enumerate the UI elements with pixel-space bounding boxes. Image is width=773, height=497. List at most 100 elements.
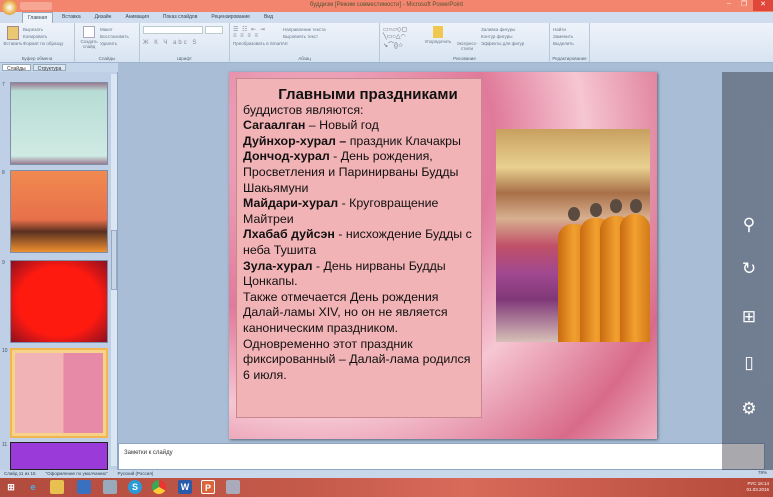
chrome-icon[interactable] — [152, 480, 166, 494]
holiday-name: Дуйнхор-хурал – — [243, 133, 347, 148]
font-group: Ж К Ч abc S Шрифт — [140, 23, 230, 62]
holiday-description: праздник Клачакры — [346, 133, 461, 148]
arrange-icon — [433, 26, 443, 38]
slide-number: 9 — [2, 260, 5, 266]
search-icon[interactable]: ⚲ — [738, 214, 760, 236]
pane-tabs: Слайды Структура — [0, 63, 118, 72]
slide-text-line: Сагаалган – Новый год — [243, 118, 475, 134]
skype-icon[interactable]: S — [128, 480, 142, 494]
notes-field[interactable]: Заметки к слайду — [118, 443, 765, 470]
scrollbar-thumb[interactable] — [111, 230, 117, 290]
clipboard-group: Вставить Вырезать Копировать Формат по о… — [0, 23, 75, 62]
monk-figure — [620, 214, 650, 342]
paragraph-buttons[interactable]: ☰ ☷ ⇤ ⇥ ≡ ≡ ≡ ≡ — [233, 26, 283, 39]
app-icon[interactable] — [77, 480, 91, 494]
tab-insert[interactable]: Вставка — [57, 12, 86, 23]
slide-thumbnail-selected[interactable] — [10, 348, 108, 438]
slide-text-line: Майдари-хурал - Круговращение Майтреи — [243, 196, 475, 227]
slide-thumbnail[interactable] — [10, 260, 108, 343]
explorer-icon[interactable] — [50, 480, 64, 494]
find-button[interactable]: Найти — [553, 27, 586, 32]
shapes-gallery[interactable]: ▭○▱◇▢ ╲▭○△◠ ↘⌒{}☆ — [383, 26, 423, 49]
tab-animation[interactable]: Анимация — [120, 12, 153, 23]
clock-time: 16:14 — [757, 481, 769, 486]
new-slide-icon — [83, 26, 95, 38]
slide-thumbnail[interactable] — [10, 442, 108, 470]
group-label: Шрифт — [177, 56, 192, 61]
tab-slideshow[interactable]: Показ слайдов — [158, 12, 202, 23]
font-format-buttons[interactable]: Ж К Ч abc S — [143, 40, 226, 46]
word-icon[interactable]: W — [178, 480, 192, 494]
paste-icon — [7, 26, 19, 40]
holiday-description: Также отмечается День рождения Далай-лам… — [243, 289, 471, 382]
slide-canvas[interactable]: Главными праздниками буддистов являются:… — [229, 72, 657, 439]
theme-name: "Оформление по умолчанию" — [45, 471, 108, 476]
slide-text-line: Лхабаб дуйсэн - нисхождение Будды с неба… — [243, 227, 475, 258]
group-label: Редактирование — [552, 56, 587, 61]
font-name-select[interactable] — [143, 26, 203, 34]
slide-text-line: буддистов являются: — [243, 103, 475, 119]
slide-text-line: Дончод-хурал - День рождения, Просветлен… — [243, 149, 475, 196]
replace-button[interactable]: Заменить — [553, 34, 586, 39]
windows-start-icon[interactable]: ⊞ — [738, 306, 760, 328]
close-button[interactable]: ✕ — [753, 0, 773, 11]
slide-text-box[interactable]: Главными праздниками буддистов являются:… — [236, 78, 482, 418]
app-icon[interactable] — [103, 480, 117, 494]
system-tray[interactable]: РУС 16:14 01.03.2016 — [746, 481, 769, 493]
smartart-button[interactable]: Преобразовать в SmartArt — [233, 41, 376, 46]
ribbon-tabs: Главная Вставка Дизайн Анимация Показ сл… — [0, 12, 773, 23]
window-title: буддизм [Режим совместимости] - Microsof… — [309, 2, 464, 8]
tab-review[interactable]: Рецензирование — [206, 12, 255, 23]
slide-text-line: Также отмечается День рождения Далай-лам… — [243, 290, 475, 384]
minimize-button[interactable]: – — [722, 0, 736, 11]
powerpoint-icon[interactable]: P — [201, 480, 215, 494]
settings-gear-icon[interactable]: ⚙ — [738, 398, 760, 420]
slide-number: 11 — [2, 442, 8, 448]
restore-button[interactable]: ❐ — [737, 0, 751, 11]
slide-counter: Слайд 11 из 15 — [4, 471, 36, 476]
start-button[interactable]: ⊞ — [4, 480, 18, 494]
new-slide-button[interactable]: Создать слайд — [78, 39, 100, 49]
slides-pane: 7 8 9 10 11 — [0, 72, 118, 470]
editing-group: Найти Заменить Выделить Редактирование — [550, 23, 590, 62]
slide-number: 10 — [2, 348, 8, 354]
holiday-name: Майдари-хурал — [243, 196, 339, 211]
taskbar: ⊞ e S W P РУС 16:14 01.03.2016 — [0, 478, 773, 497]
tab-outline[interactable]: Структура — [32, 64, 67, 72]
zoom-level[interactable]: 78% — [758, 470, 767, 475]
app-icon[interactable] — [226, 480, 240, 494]
ie-icon[interactable]: e — [26, 480, 40, 494]
title-bar: буддизм [Режим совместимости] - Microsof… — [0, 0, 773, 12]
select-button[interactable]: Выделить — [553, 41, 586, 46]
font-size-select[interactable] — [204, 26, 223, 34]
quick-access-toolbar[interactable] — [20, 2, 52, 10]
language-indicator[interactable]: РУС — [747, 481, 756, 486]
slide-text-line: Зула-хурал - День нирваны Будды Цонкапы. — [243, 259, 475, 290]
slide-thumbnail[interactable] — [10, 170, 108, 253]
slide-thumbnail[interactable] — [10, 82, 108, 165]
group-label: Рисование — [453, 56, 476, 61]
holiday-name: Зула-хурал — [243, 258, 313, 273]
status-bar: Слайд 11 из 15 "Оформление по умолчанию"… — [0, 470, 773, 478]
slides-group: Создать слайд Макет Восстановить Удалить… — [75, 23, 140, 62]
slide-heading: Главными праздниками — [278, 86, 458, 103]
language: Русский (Россия) — [117, 471, 154, 476]
office-button[interactable] — [2, 0, 17, 15]
arrange-button[interactable]: Упорядочить — [423, 39, 453, 44]
ribbon: Вставить Вырезать Копировать Формат по о… — [0, 23, 773, 63]
holiday-description: буддистов являются: — [243, 102, 364, 117]
group-label: Абзац — [298, 56, 311, 61]
share-icon[interactable]: ↻ — [738, 258, 760, 280]
quick-styles-button[interactable]: Экспресс-стили — [453, 41, 481, 51]
holiday-name: Лхабаб дуйсэн — [243, 227, 335, 242]
holiday-name: Дончод-хурал — [243, 149, 330, 164]
tab-slides[interactable]: Слайды — [2, 64, 31, 72]
devices-icon[interactable]: ▯ — [738, 352, 760, 374]
slide-number: 8 — [2, 170, 5, 176]
tab-view[interactable]: Вид — [259, 12, 278, 23]
paragraph-group: ☰ ☷ ⇤ ⇥ ≡ ≡ ≡ ≡ Направление текста Выровн… — [230, 23, 380, 62]
paste-button[interactable]: Вставить — [3, 41, 23, 46]
tab-home[interactable]: Главная — [22, 12, 54, 23]
group-label: Буфер обмена — [21, 56, 53, 61]
tab-design[interactable]: Дизайн — [90, 12, 117, 23]
